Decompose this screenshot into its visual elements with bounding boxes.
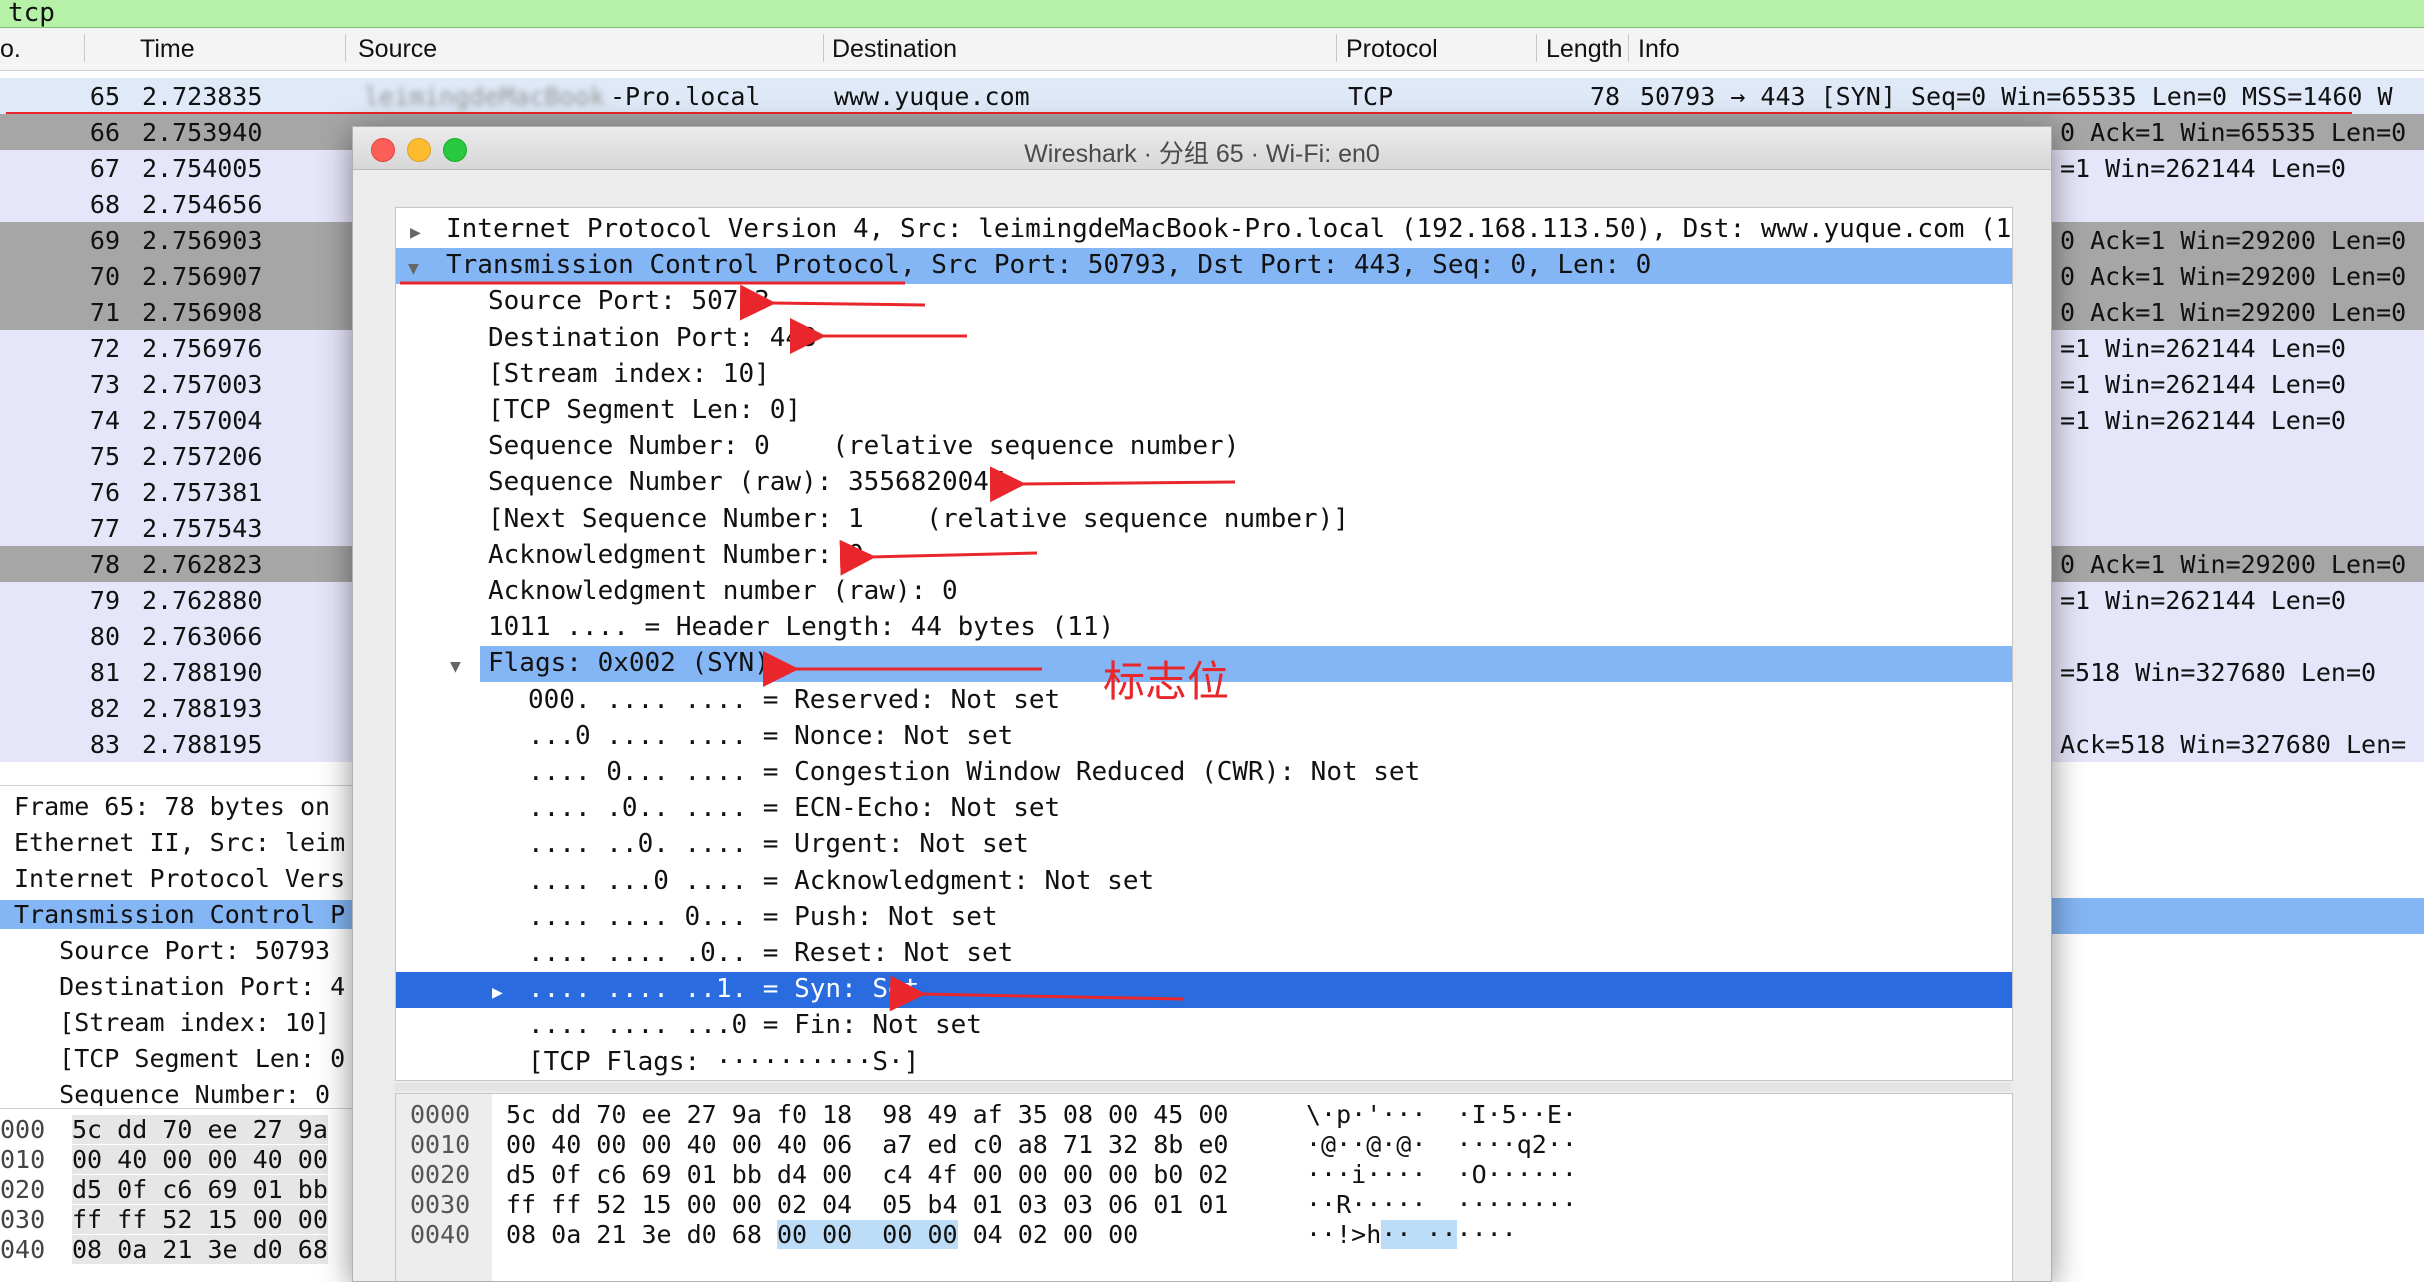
arrow-seq-raw xyxy=(989,466,1236,503)
arrow-source-port xyxy=(739,284,926,321)
annotation-layer xyxy=(400,281,1236,1012)
arrow-syn xyxy=(889,975,1184,1012)
arrow-ack-number xyxy=(839,539,1038,576)
annotation-flags-label: 标志位 xyxy=(1103,657,1230,706)
